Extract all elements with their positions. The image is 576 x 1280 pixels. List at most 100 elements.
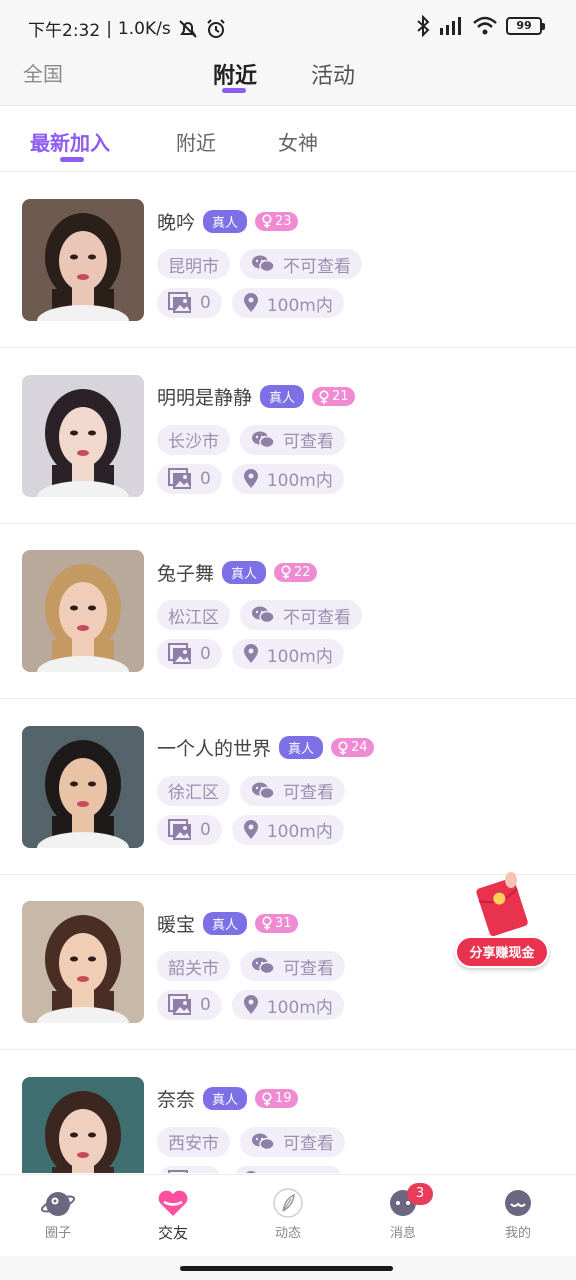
real-person-tag: 真人	[203, 911, 248, 935]
user-card[interactable]: 晚吟 真人 23 昆明市 不可查看 0 100m内	[0, 173, 576, 348]
region-selector[interactable]: 全国	[23, 58, 63, 87]
sub-tab-newest[interactable]: 最新加入	[30, 127, 110, 156]
tab-nearby[interactable]: 附近	[213, 58, 257, 90]
heart-icon	[158, 1190, 188, 1216]
photos-chip[interactable]: 0	[157, 288, 222, 318]
photo-album-icon	[168, 994, 191, 1015]
nav-messages[interactable]: 3 消息	[363, 1183, 443, 1241]
mute-bell-icon	[178, 19, 197, 38]
nav-friends[interactable]: 交友	[133, 1187, 213, 1243]
nav-circle[interactable]: 圈子	[18, 1187, 98, 1241]
wechat-chip[interactable]: 不可查看	[240, 249, 362, 279]
nav-mine[interactable]: 我的	[478, 1187, 558, 1241]
user-city: 韶关市	[168, 958, 219, 979]
sub-tabs: 最新加入 附近 女神	[0, 107, 576, 172]
photo-count: 0	[200, 819, 211, 840]
info-chips: 昆明市 不可查看	[157, 249, 362, 279]
status-left: 下午2:32 | 1.0K/s	[28, 16, 227, 41]
status-right: 99	[416, 15, 545, 37]
user-age: 24	[351, 740, 368, 755]
share-earn-button[interactable]: 分享赚现金	[455, 936, 549, 968]
user-name: 奈奈	[157, 1089, 196, 1111]
wechat-status: 不可查看	[283, 607, 351, 628]
wechat-icon	[252, 606, 275, 624]
user-avatar[interactable]	[22, 374, 144, 497]
photos-chip[interactable]: 0	[157, 990, 222, 1020]
tab-indicator	[222, 88, 246, 93]
female-icon	[262, 214, 272, 228]
real-person-tag: 真人	[279, 736, 324, 759]
photos-chip[interactable]: 0	[157, 1165, 222, 1174]
real-person-tag: 真人	[260, 385, 305, 408]
home-indicator[interactable]	[180, 1266, 393, 1271]
user-avatar[interactable]	[22, 550, 144, 672]
tab-activity[interactable]: 活动	[311, 58, 355, 90]
sub-tab-goddess[interactable]: 女神	[278, 127, 318, 156]
photos-chip[interactable]: 0	[157, 639, 222, 669]
user-city: 松江区	[168, 607, 219, 628]
photo-count: 0	[200, 644, 211, 664]
distance-chip: 100m内	[231, 639, 344, 669]
user-card[interactable]: 一个人的世界 真人 24 徐汇区 可查看 0 100m内	[0, 700, 576, 875]
distance-chip: 100m内	[231, 463, 344, 494]
user-card[interactable]: 明明是静静 真人 21 长沙市 可查看 0 100m内	[0, 349, 576, 524]
user-avatar[interactable]	[22, 1076, 144, 1173]
sub-tab-indicator	[60, 157, 84, 162]
user-avatar[interactable]	[22, 725, 144, 848]
avatar-photo	[22, 550, 144, 672]
wechat-chip[interactable]: 可查看	[240, 424, 345, 455]
stat-chips: 0 100m内	[157, 288, 344, 318]
distance-chip: 100m内	[231, 990, 344, 1020]
city-chip: 长沙市	[157, 424, 230, 455]
photo-count: 0	[200, 468, 211, 489]
age-tag: 31	[255, 913, 298, 933]
info-chips: 松江区 不可查看	[157, 600, 362, 630]
user-city: 西安市	[168, 1134, 219, 1154]
location-pin-icon	[243, 644, 258, 663]
sub-tab-nearby[interactable]: 附近	[176, 127, 216, 156]
distance-chip: 100m内	[231, 1165, 344, 1173]
female-icon	[262, 1091, 272, 1106]
age-tag: 22	[274, 562, 317, 582]
red-envelope-icon	[476, 872, 528, 937]
stat-chips: 0 100m内	[157, 814, 344, 845]
name-line: 一个人的世界 真人 24	[157, 734, 374, 762]
wechat-icon	[252, 957, 275, 975]
city-chip: 西安市	[157, 1126, 230, 1157]
user-name: 明明是静静	[157, 387, 253, 409]
age-tag: 23	[255, 211, 298, 231]
photos-chip[interactable]: 0	[157, 463, 222, 494]
stat-chips: 0 100m内	[157, 990, 344, 1020]
wechat-chip[interactable]: 可查看	[240, 1126, 345, 1157]
user-avatar[interactable]	[22, 901, 144, 1023]
wechat-status: 不可查看	[283, 256, 351, 277]
wechat-chip[interactable]: 不可查看	[240, 600, 362, 630]
photos-chip[interactable]: 0	[157, 814, 222, 845]
location-pin-icon	[243, 995, 258, 1014]
real-person-tag: 真人	[203, 1087, 248, 1110]
name-line: 暖宝 真人 31	[157, 909, 298, 937]
nav-moments[interactable]: 动态	[248, 1187, 328, 1241]
signal-icon	[440, 17, 461, 35]
info-chips: 韶关市 可查看	[157, 951, 345, 981]
feather-icon	[273, 1188, 303, 1218]
wechat-chip[interactable]: 可查看	[240, 951, 345, 981]
user-card[interactable]: 奈奈 真人 19 西安市 可查看 0	[0, 1051, 576, 1174]
location-pin-icon	[243, 293, 258, 312]
stat-chips: 0 100m内	[157, 1165, 344, 1174]
user-card[interactable]: 兔子舞 真人 22 松江区 不可查看 0 100m内	[0, 524, 576, 699]
wechat-icon	[252, 255, 275, 273]
wechat-icon	[252, 782, 275, 799]
share-float[interactable]: 分享赚现金	[455, 870, 551, 970]
nav-label-mine: 我的	[504, 1226, 531, 1241]
user-avatar[interactable]	[22, 199, 144, 321]
age-tag: 21	[312, 387, 355, 406]
photo-album-icon	[168, 643, 191, 664]
age-tag: 19	[255, 1089, 298, 1108]
message-badge: 3	[407, 1183, 433, 1205]
photo-count: 0	[200, 1171, 211, 1174]
stat-chips: 0 100m内	[157, 463, 344, 494]
info-chips: 徐汇区 可查看	[157, 775, 345, 806]
location-pin-icon	[243, 819, 258, 839]
wechat-chip[interactable]: 可查看	[240, 775, 345, 806]
